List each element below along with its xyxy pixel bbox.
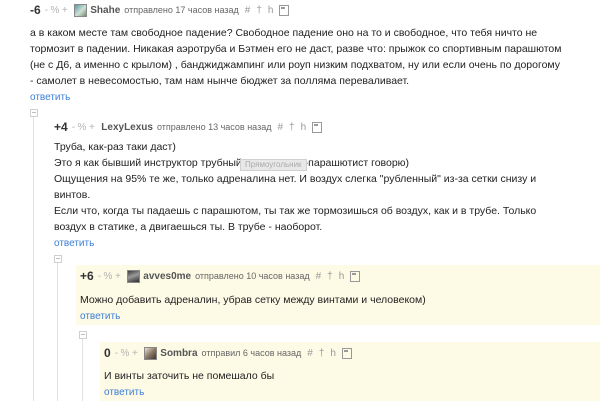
comment-username[interactable]: LexyLexus [101, 122, 153, 133]
comment-timestamp: отправлено 10 часов назад [195, 271, 310, 281]
comment-timestamp: отправлено 17 часов назад [124, 5, 239, 15]
comment-username[interactable]: avves0me [143, 271, 191, 282]
comment-line: - самолет в невесомостью, там нам нынче … [30, 75, 410, 87]
reply-link[interactable]: ответить [80, 311, 600, 322]
avatar[interactable] [74, 3, 88, 17]
vote-percent-icon[interactable]: % [104, 271, 113, 282]
thread-line-3 [82, 334, 83, 401]
link-icon[interactable]: # [307, 348, 313, 359]
vote-down-icon[interactable]: - [45, 5, 48, 16]
comment-header: +6 -% + avves0me отправлено 10 часов наза… [80, 268, 600, 284]
history-icon[interactable]: h [330, 348, 336, 359]
vote-controls[interactable]: -% + [98, 271, 124, 282]
history-icon[interactable]: h [268, 5, 274, 16]
save-icon[interactable] [279, 4, 290, 16]
vote-down-icon[interactable]: - [115, 348, 118, 359]
vote-percent-icon[interactable]: % [51, 5, 60, 16]
comment-body: И винты заточить не помешало бы [104, 368, 600, 384]
comment-line: а в каком месте там свободное падение? С… [30, 27, 538, 39]
link-icon[interactable]: # [277, 122, 283, 133]
vote-controls[interactable]: -% + [45, 5, 71, 16]
dagger-icon[interactable]: † [319, 348, 325, 359]
vote-percent-icon[interactable]: % [78, 122, 87, 133]
comment-rating: +4 [54, 120, 68, 134]
collapse-toggle-1[interactable] [30, 109, 38, 117]
comment-timestamp: отправил 6 часов назад [201, 348, 302, 358]
thread-line-2 [57, 258, 58, 401]
save-icon[interactable] [341, 347, 352, 359]
comment: +6 -% + avves0me отправлено 10 часов наза… [76, 265, 600, 325]
comment-body: Труба, как-раз таки даст) Это я как бывш… [54, 139, 594, 235]
comment: +4 -% + LexyLexus отправлено 13 часов наз… [54, 119, 594, 249]
dagger-icon[interactable]: † [327, 271, 333, 282]
history-icon[interactable]: h [339, 271, 345, 282]
comment: 0 -% + Sombra отправил 6 часов назад # † … [100, 342, 600, 401]
dagger-icon[interactable]: † [289, 122, 295, 133]
comment-line: И винты заточить не помешало бы [104, 370, 275, 382]
comment-line: Труба, как-раз таки даст) [54, 141, 176, 153]
comment-line: (не с Д6, а именно с крылом) , банджиджа… [30, 59, 561, 71]
collapse-toggle-3[interactable] [79, 331, 87, 339]
comment-header: -6 -% + Shahe отправлено 17 часов назад #… [30, 2, 595, 18]
vote-up-icon[interactable]: + [132, 348, 138, 359]
comment-line: винтов. [54, 189, 91, 201]
comment-header: +4 -% + LexyLexus отправлено 13 часов наз… [54, 119, 594, 135]
reply-link[interactable]: ответить [104, 387, 600, 398]
vote-controls[interactable]: -% + [72, 122, 98, 133]
vote-controls[interactable]: -% + [115, 348, 141, 359]
comment-body: Можно добавить адреналин, убрав сетку ме… [80, 292, 600, 308]
avatar[interactable] [127, 269, 141, 283]
comment: -6 -% + Shahe отправлено 17 часов назад #… [30, 0, 595, 103]
save-icon[interactable] [350, 270, 361, 282]
comment-username[interactable]: Sombra [160, 348, 197, 359]
comment-line: Если что, когда ты падаешь с парашютом, … [54, 205, 537, 217]
comment-header: 0 -% + Sombra отправил 6 часов назад # † … [104, 345, 600, 361]
collapse-toggle-2[interactable] [54, 255, 62, 263]
tooltip: Прямоугольник [240, 159, 307, 171]
thread-line-1 [33, 112, 34, 401]
link-icon[interactable]: # [316, 271, 322, 282]
comment-line: воздух в статике, а двигаешься ты. В тру… [54, 221, 323, 233]
comment-line: Это я как бывший инструктор трубный и сп… [54, 157, 410, 169]
comment-rating: 0 [104, 346, 111, 360]
comment-line: тормозит в падении. Никакая аэротруба и … [30, 43, 562, 55]
vote-up-icon[interactable]: + [115, 271, 121, 282]
save-icon[interactable] [312, 121, 323, 133]
comment-rating: +6 [80, 269, 94, 283]
vote-up-icon[interactable]: + [89, 122, 95, 133]
vote-up-icon[interactable]: + [62, 5, 68, 16]
vote-down-icon[interactable]: - [98, 271, 101, 282]
comment-line: Ощущения на 95% те же, только адреналина… [54, 173, 537, 185]
comment-username[interactable]: Shahe [90, 5, 120, 16]
dagger-icon[interactable]: † [256, 5, 262, 16]
reply-link[interactable]: ответить [30, 92, 595, 103]
history-icon[interactable]: h [301, 122, 307, 133]
link-icon[interactable]: # [245, 5, 251, 16]
comment-rating: -6 [30, 3, 41, 17]
reply-link[interactable]: ответить [54, 238, 594, 249]
avatar[interactable] [144, 346, 158, 360]
vote-down-icon[interactable]: - [72, 122, 75, 133]
comment-timestamp: отправлено 13 часов назад [156, 122, 272, 132]
comment-line: Можно добавить адреналин, убрав сетку ме… [80, 294, 426, 306]
comment-body: а в каком месте там свободное падение? С… [30, 25, 595, 89]
vote-percent-icon[interactable]: % [121, 348, 130, 359]
